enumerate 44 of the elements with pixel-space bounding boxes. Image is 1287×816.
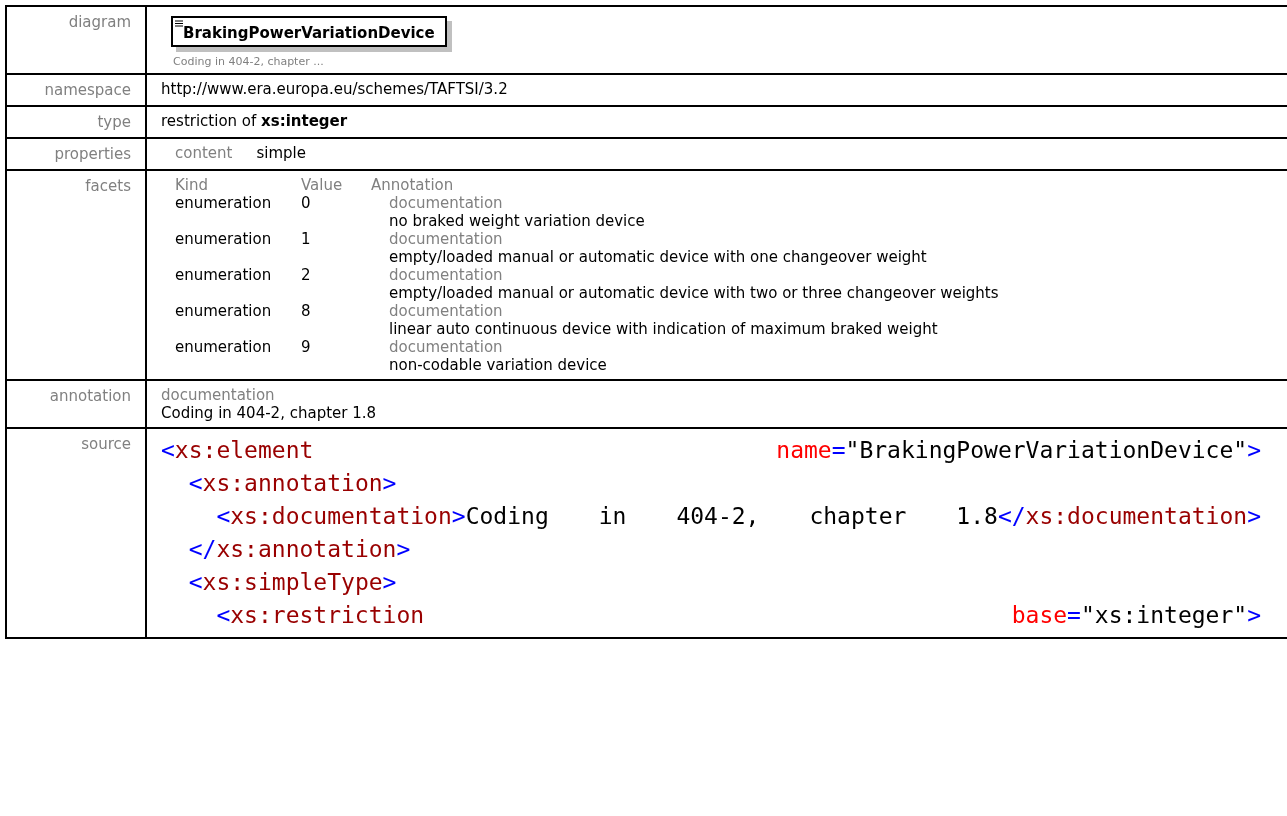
- facet-doc: empty/loaded manual or automatic device with one changeover weight: [388, 248, 928, 266]
- code-line: </xs:annotation>: [187, 535, 412, 564]
- facet-doc: non-codable variation device: [388, 356, 608, 374]
- row-label: namespace: [6, 74, 146, 106]
- column-header: Annotation: [371, 176, 455, 194]
- facet-kind: enumeration: [175, 194, 273, 212]
- element-caption: Coding in 404-2, chapter ...: [173, 55, 325, 68]
- facet-kind: enumeration: [175, 302, 273, 320]
- facet-value: 8: [301, 302, 312, 320]
- property-value: simple: [256, 144, 306, 162]
- row-label: type: [6, 106, 146, 138]
- doc-label: documentation: [388, 338, 504, 356]
- row-label: facets: [6, 170, 146, 380]
- code-line: <xs:annotation>: [187, 469, 398, 498]
- facet-value: 2: [301, 266, 312, 284]
- doc-label: documentation: [388, 194, 504, 212]
- doc-label: documentation: [388, 302, 504, 320]
- facet-doc: linear auto continuous device with indication of maximum braked weight: [388, 320, 939, 338]
- facet-value: 1: [301, 230, 312, 248]
- row-label: properties: [6, 138, 146, 170]
- row-label: diagram: [6, 6, 146, 74]
- facet-kind: enumeration: [175, 230, 273, 248]
- facet-doc: empty/loaded manual or automatic device with two or three changeover weights: [388, 284, 1000, 302]
- annotation-text: Coding in 404-2, chapter 1.8: [161, 404, 378, 422]
- row-label: source: [6, 428, 146, 638]
- facet-value: 9: [301, 338, 312, 356]
- code-line: <xs:simpleType>: [187, 568, 398, 597]
- facet-value: 0: [301, 194, 312, 212]
- facet-kind: enumeration: [175, 338, 273, 356]
- facet-kind: enumeration: [175, 266, 273, 284]
- facet-doc: no braked weight variation device: [388, 212, 646, 230]
- type-value: restriction of xs:integer: [161, 112, 348, 130]
- column-header: Kind: [175, 176, 210, 194]
- doc-label: documentation: [388, 230, 504, 248]
- code-line: <xs:restriction base="xs:integer">: [215, 601, 1261, 630]
- column-header: Value: [301, 176, 344, 194]
- doc-label: documentation: [388, 266, 504, 284]
- lines-icon: [175, 20, 183, 27]
- code-line: <xs:documentation>Coding in 404-2, chapter 1.8</xs:documentation>: [215, 502, 1261, 531]
- namespace-value: http://www.era.europa.eu/schemes/TAFTSI/3.2: [161, 80, 508, 98]
- doc-label: documentation: [161, 386, 276, 404]
- row-label: annotation: [6, 380, 146, 428]
- code-line: <xs:element name="BrakingPowerVariationDevice">: [161, 436, 1261, 465]
- property-key: content: [175, 144, 233, 162]
